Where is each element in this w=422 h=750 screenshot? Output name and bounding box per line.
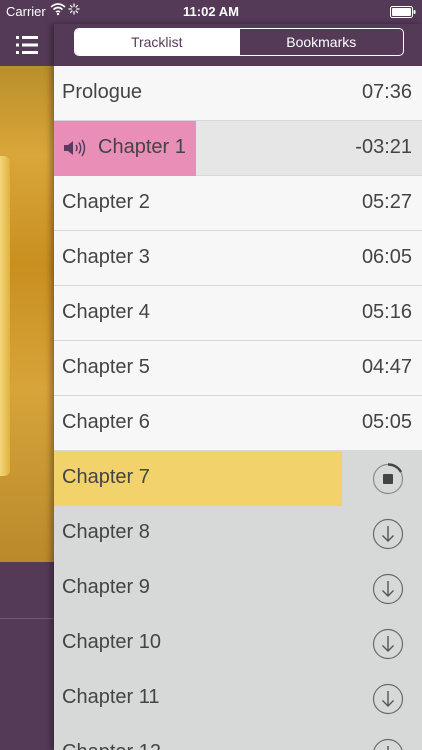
track-list: Prologue 07:36 Chapter 1 -03:21 Chapter …	[54, 66, 422, 750]
track-row[interactable]: Chapter 8	[54, 506, 422, 561]
track-title: Chapter 12	[62, 741, 161, 750]
track-title: Chapter 10	[62, 631, 161, 653]
tab-bookmarks[interactable]: Bookmarks	[238, 29, 404, 55]
track-title: Chapter 2	[62, 191, 150, 213]
battery-icon	[390, 6, 416, 21]
download-icon[interactable]	[372, 738, 404, 750]
track-remaining-time: -03:21	[355, 136, 412, 158]
track-title: Chapter 8	[62, 521, 150, 543]
cover-art-detail	[0, 156, 10, 476]
track-title: Chapter 5	[62, 356, 150, 378]
track-row[interactable]: Chapter 3 06:05	[54, 231, 422, 286]
segmented-control: Tracklist Bookmarks	[74, 28, 404, 56]
track-duration: 04:47	[361, 356, 412, 378]
speaker-icon	[62, 138, 88, 163]
track-duration: 06:05	[361, 246, 412, 268]
clock: 11:02 AM	[183, 4, 239, 19]
status-bar: Carrier 11:02 AM	[0, 0, 422, 24]
track-title: Chapter 7	[62, 466, 150, 488]
track-title: Chapter 3	[62, 246, 150, 268]
segmented-header: Tracklist Bookmarks	[54, 24, 422, 66]
download-icon[interactable]	[372, 518, 404, 550]
download-icon[interactable]	[372, 573, 404, 605]
track-title: Chapter 1	[98, 136, 186, 158]
track-title: Chapter 6	[62, 411, 150, 433]
track-title: Chapter 4	[62, 301, 150, 323]
track-row[interactable]: Chapter 11	[54, 671, 422, 726]
track-row[interactable]: Chapter 10	[54, 616, 422, 671]
track-title: Prologue	[62, 81, 143, 103]
divider	[0, 618, 54, 619]
cover-art	[0, 66, 54, 562]
download-icon[interactable]	[372, 628, 404, 660]
track-duration: 05:16	[361, 301, 412, 323]
stop-download-icon[interactable]	[372, 463, 404, 495]
download-icon[interactable]	[372, 683, 404, 715]
track-row[interactable]: Chapter 5 04:47	[54, 341, 422, 396]
track-row-downloading[interactable]: Chapter 7	[54, 451, 422, 506]
track-row[interactable]: Chapter 4 05:16	[54, 286, 422, 341]
track-row[interactable]: Chapter 9	[54, 561, 422, 616]
track-row[interactable]: Prologue 07:36	[54, 66, 422, 121]
tracklist-panel: Tracklist Bookmarks Prologue 07:36 Chapt…	[54, 24, 422, 750]
track-duration: 05:05	[361, 411, 412, 433]
tab-tracklist[interactable]: Tracklist	[75, 29, 239, 55]
track-row[interactable]: Chapter 2 05:27	[54, 176, 422, 231]
track-title: Chapter 9	[62, 576, 150, 598]
menu-icon[interactable]	[14, 32, 40, 58]
track-duration: 05:27	[361, 191, 412, 213]
track-row-playing[interactable]: Chapter 1 -03:21	[54, 121, 422, 176]
track-row[interactable]: Chapter 6 05:05	[54, 396, 422, 451]
track-row[interactable]: Chapter 12	[54, 726, 422, 750]
track-duration: 07:36	[361, 81, 412, 103]
track-title: Chapter 11	[62, 686, 160, 708]
side-panel	[0, 24, 54, 750]
